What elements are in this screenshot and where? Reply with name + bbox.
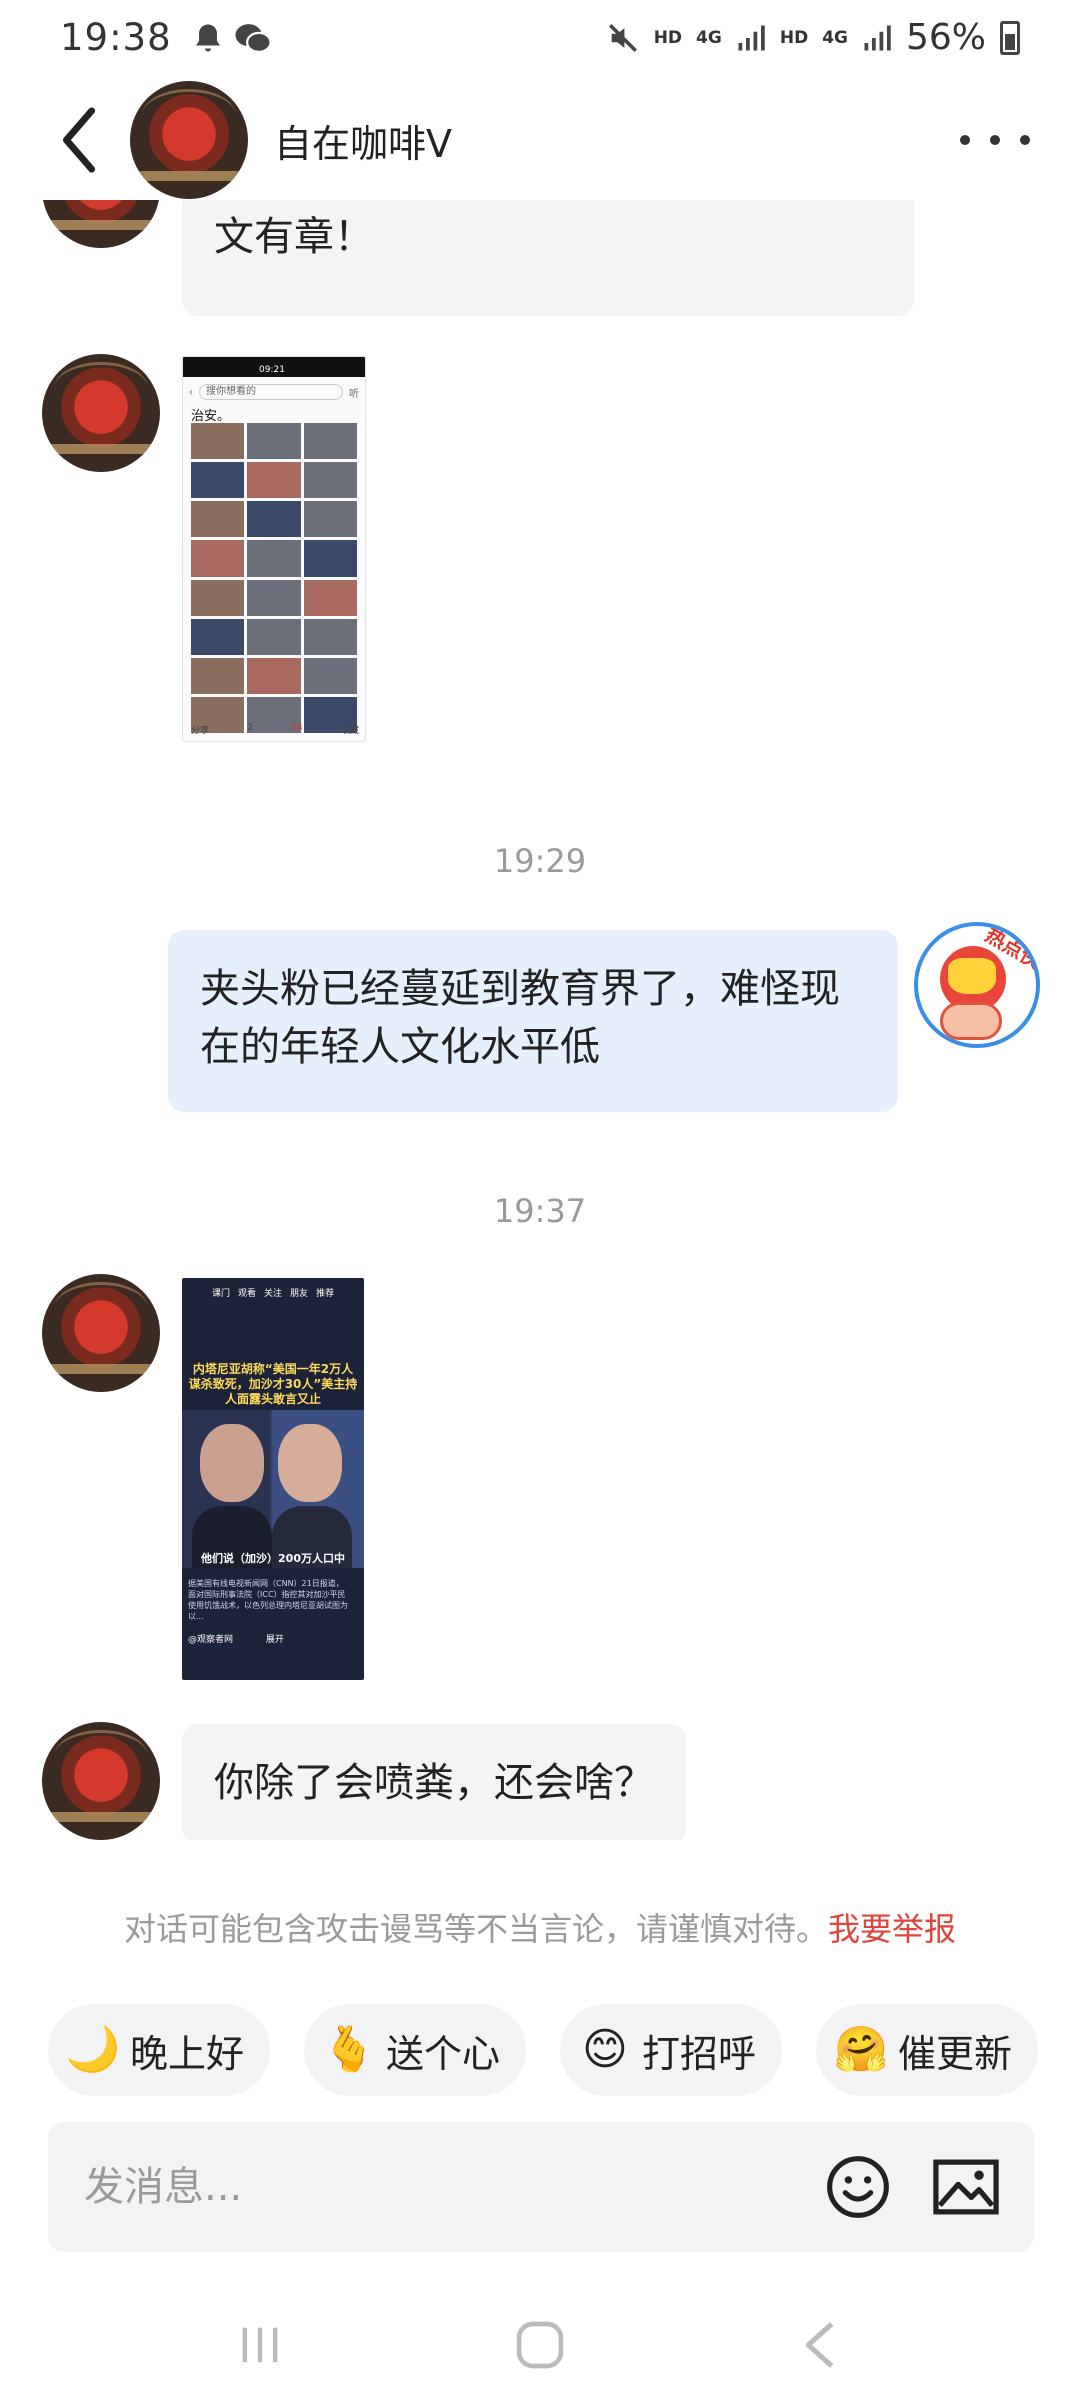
dot-icon: [990, 135, 1000, 145]
my-avatar[interactable]: 热点侠: [914, 922, 1040, 1048]
home-icon: [516, 2321, 564, 2369]
favorite-label: 收藏: [340, 726, 359, 736]
quick-reply-send-heart[interactable]: 🫰 送个心: [303, 2004, 526, 2096]
quick-reply-greet[interactable]: 😊 打招呼: [559, 2004, 782, 2096]
status-time: 19:38: [60, 16, 172, 59]
system-back-button[interactable]: [775, 2300, 865, 2390]
battery-percent: 56%: [905, 17, 986, 58]
sleeping-moon-emoji-icon: 🌙: [65, 2024, 121, 2075]
outgoing-message-bubble[interactable]: 夹头粉已经蔓延到教育界了，难怪现在的年轻人文化水平低: [168, 930, 898, 1112]
dot-icon: [1020, 135, 1030, 145]
comment-count: 2: [247, 723, 253, 733]
back-button[interactable]: [30, 90, 130, 190]
smiling-emoji-icon: 😊: [582, 2024, 628, 2075]
safety-warning: 对话可能包含攻击谩骂等不当言论，请谨慎对待。我要举报: [0, 1904, 1080, 1950]
image-message-screenshot[interactable]: 09:21 ‹ 搜你想看的 听 治安。 分享 2 24 收藏: [182, 356, 366, 742]
finger-heart-emoji-icon: 🫰: [321, 2024, 377, 2075]
screenshot-status-bar: 09:21: [183, 357, 365, 377]
image-button[interactable]: [926, 2147, 1006, 2227]
back-arrow-icon: ‹: [189, 386, 193, 398]
recent-apps-button[interactable]: [215, 2300, 305, 2390]
video-caption: 他们说（加沙）200万人口中: [201, 1552, 345, 1565]
message-input[interactable]: [84, 2164, 818, 2210]
quick-reply-good-evening[interactable]: 🌙 晚上好: [48, 2004, 271, 2096]
wechat-icon: [235, 23, 272, 53]
report-link[interactable]: 我要举报: [828, 1910, 956, 1948]
contact-avatar-message[interactable]: [42, 354, 160, 472]
screenshot-footer: 分享 2 24 收藏: [191, 723, 359, 737]
chat-area[interactable]: 于去，没长开记要有图有像，有 文有章！ 09:21 ‹ 搜你想看的 听 治安。 …: [0, 200, 1080, 1840]
message-text: 文有章！: [214, 214, 374, 260]
more-options-button[interactable]: [960, 110, 1030, 170]
incoming-message-bubble[interactable]: 你除了会喷粪，还会啥？: [182, 1724, 686, 1840]
message-text-cut: 于去，没长开记要有图有像，有: [214, 200, 882, 208]
emoji-button[interactable]: [818, 2147, 898, 2227]
contact-avatar-message[interactable]: [42, 1722, 160, 1840]
video-tabs: 课门 观看 关注 朋友 推荐: [212, 1288, 335, 1299]
chevron-left-icon: [62, 107, 96, 173]
screenshot-thumbnail-grid: [191, 423, 357, 733]
network-label-2: 4G: [822, 27, 848, 48]
contact-name[interactable]: 自在咖啡V: [274, 113, 452, 168]
screenshot-listen: 听: [349, 388, 359, 400]
screenshot-time: 09:21: [259, 365, 285, 375]
video-headline: 内塔尼亚胡称“美国一年2万人谋杀致死，加沙才30人”美主持人面露头敢言又止: [188, 1362, 358, 1406]
contact-avatar-message[interactable]: [42, 200, 160, 248]
chat-header: 自在咖啡V: [0, 80, 1080, 200]
screenshot-title: 治安。: [191, 409, 231, 424]
signal-icon-2: [864, 25, 891, 50]
signal-icon: [738, 25, 765, 50]
battery-icon: [1000, 20, 1020, 55]
pleading-emoji-icon: 🤗: [833, 2024, 889, 2075]
screenshot-search-pill: 搜你想看的: [199, 384, 343, 400]
dot-icon: [960, 135, 970, 145]
warning-text: 对话可能包含攻击谩骂等不当言论，请谨慎对待。: [123, 1910, 828, 1948]
status-left-icons: [190, 20, 272, 56]
hd-label-1: HD: [653, 27, 683, 48]
mute-icon: [608, 23, 637, 52]
status-right: HD 4G HD 4G 56%: [606, 17, 1020, 58]
share-label: 分享: [191, 726, 210, 736]
screenshot-search: ‹ 搜你想看的 听: [189, 381, 359, 403]
contact-avatar[interactable]: [130, 81, 248, 199]
back-arrow-icon: [805, 2322, 834, 2368]
image-icon: [933, 2159, 999, 2215]
timestamp: 19:29: [493, 842, 587, 880]
message-input-bar: [48, 2122, 1034, 2252]
video-photo: [182, 1410, 364, 1568]
message-text: 你除了会喷粪，还会啥？: [214, 1760, 654, 1806]
image-message-video-screenshot[interactable]: 课门 观看 关注 朋友 推荐 内塔尼亚胡称“美国一年2万人谋杀致死，加沙才30人…: [182, 1278, 364, 1680]
video-description: 据美国有线电视新闻网（CNN）21日报道，面对国际刑事法院（ICC）指控其对加沙…: [188, 1579, 348, 1621]
video-source: @观察者网 展开: [188, 1635, 284, 1645]
home-button[interactable]: [495, 2300, 585, 2390]
smiley-icon: [827, 2156, 889, 2218]
alarm-bell-icon: [195, 24, 220, 51]
timestamp: 19:37: [493, 1192, 587, 1230]
recent-apps-icon: [242, 2327, 278, 2363]
status-bar: 19:38 HD 4G HD 4G 56%: [0, 0, 1080, 75]
system-nav-bar: [0, 2290, 1080, 2400]
network-label-1: 4G: [696, 27, 722, 48]
incoming-message-bubble[interactable]: 于去，没长开记要有图有像，有 文有章！: [182, 200, 914, 316]
hd-label-2: HD: [779, 27, 809, 48]
like-count: 24: [291, 723, 303, 733]
quick-reply-urge-update[interactable]: 🤗 催更新: [815, 2004, 1038, 2096]
quick-replies: 🌙 晚上好 🫰 送个心 😊 打招呼 🤗 催更新: [48, 2004, 1038, 2096]
contact-avatar-message[interactable]: [42, 1274, 160, 1392]
message-text: 夹头粉已经蔓延到教育界了，难怪现在的年轻人文化水平低: [200, 966, 840, 1070]
